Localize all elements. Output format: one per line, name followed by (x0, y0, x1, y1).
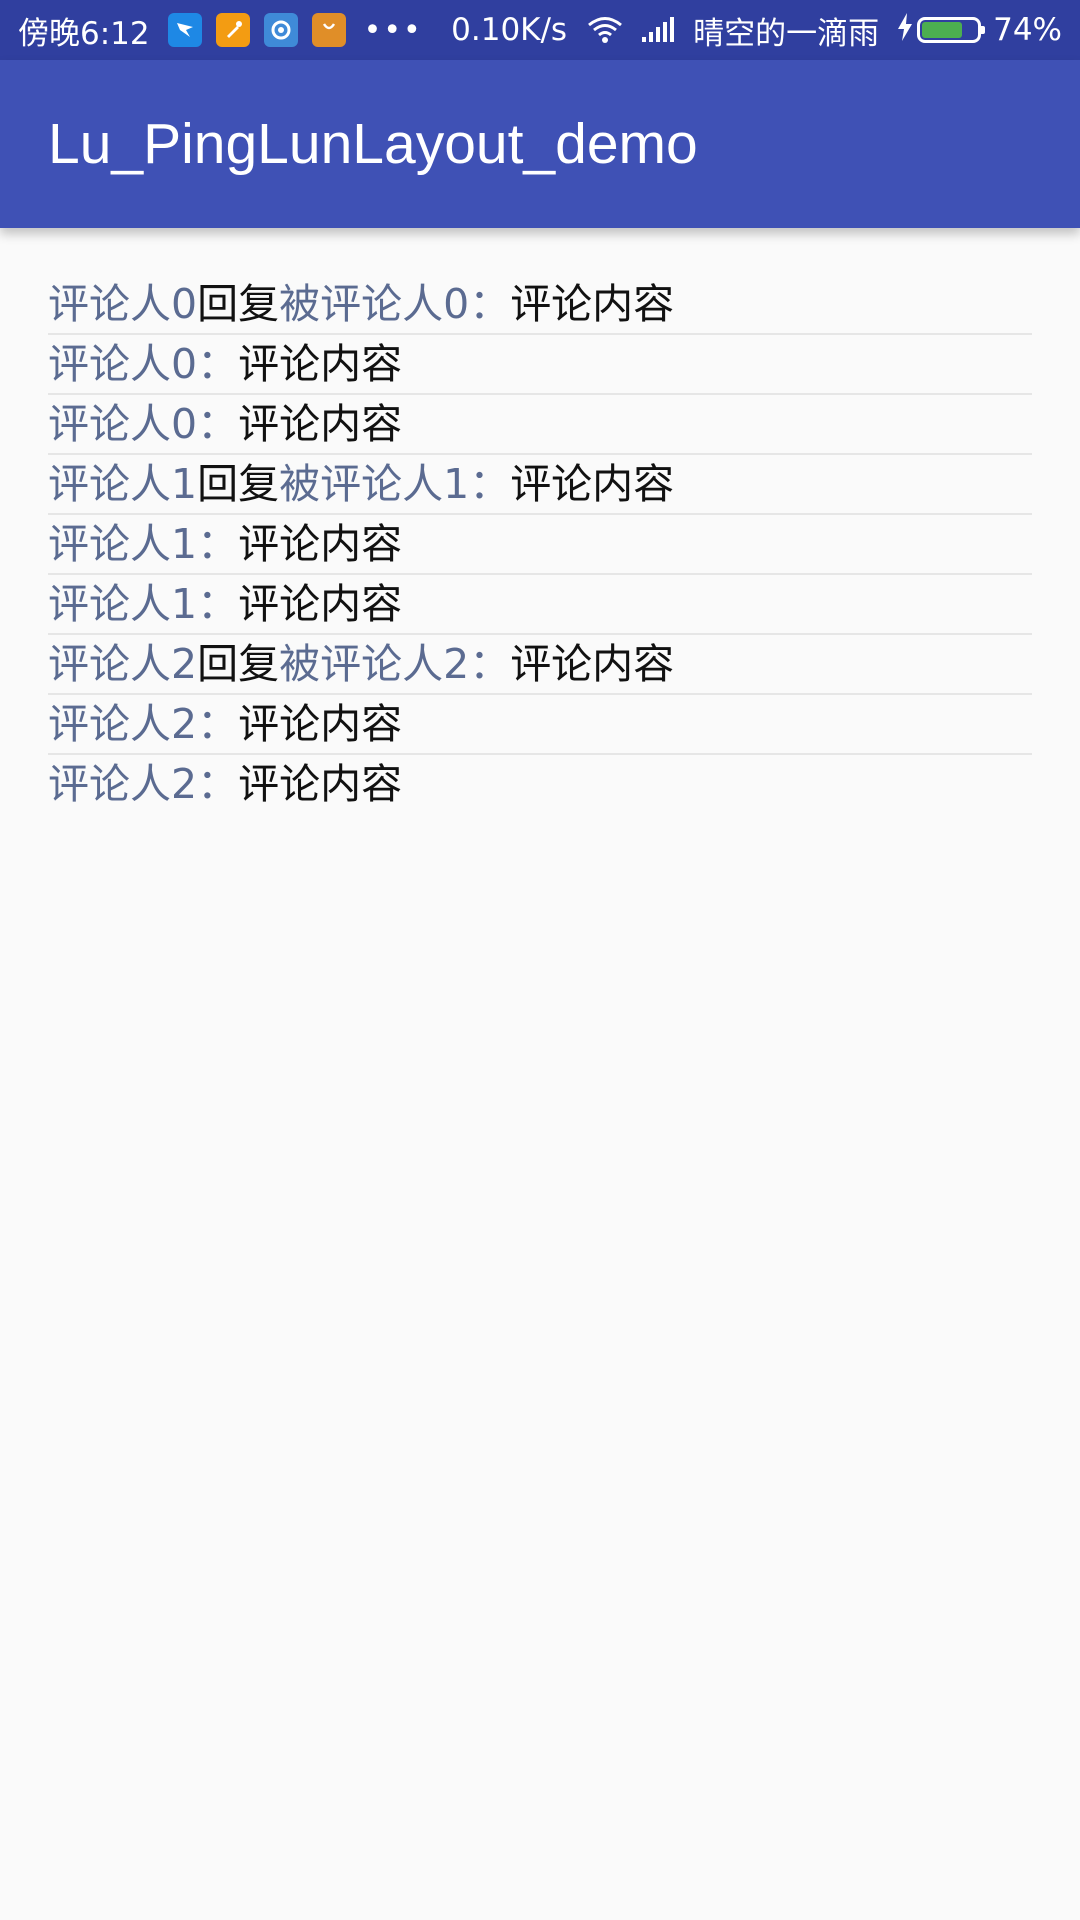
commenter-name[interactable]: 评论人1 (48, 520, 197, 568)
battery-icon (917, 17, 986, 43)
battery-level-fill (922, 22, 963, 38)
brush-notification-icon (215, 13, 250, 47)
battery-percent: 74% (993, 12, 1062, 48)
comment-row[interactable]: 评论人2：评论内容 (48, 755, 1032, 813)
comment-colon: ： (197, 700, 239, 748)
app-bar: Lu_PingLunLayout_demo (0, 60, 1080, 228)
comment-colon: ： (197, 340, 239, 388)
comment-content: 评论内容 (510, 640, 675, 688)
commenter-name[interactable]: 评论人1 (48, 460, 197, 508)
status-bar-left: 傍晚6:12 ••• (18, 8, 423, 53)
comment-colon: ： (197, 580, 239, 628)
comment-row[interactable]: 评论人0：评论内容 (48, 335, 1032, 395)
reply-target-name[interactable]: 被评论人1 (279, 460, 469, 508)
commenter-name[interactable]: 评论人0 (48, 340, 197, 388)
shopping-bag-notification-icon (311, 13, 346, 47)
comment-content: 评论内容 (510, 460, 675, 508)
comment-row[interactable]: 评论人2：评论内容 (48, 695, 1032, 755)
comment-colon: ： (469, 640, 511, 688)
carrier-name: 晴空的一滴雨 (693, 15, 880, 52)
commenter-name[interactable]: 评论人1 (48, 580, 197, 628)
dingtalk-notification-icon (167, 13, 202, 47)
comment-list: 评论人0回复被评论人0：评论内容 评论人0：评论内容 评论人0：评论内容 评论人… (48, 275, 1032, 813)
circle-notification-icon (263, 13, 298, 47)
comment-content: 评论内容 (238, 700, 403, 748)
commenter-name[interactable]: 评论人0 (48, 280, 197, 328)
comment-content: 评论内容 (238, 580, 403, 628)
comment-colon: ： (197, 760, 239, 808)
comment-row[interactable]: 评论人0回复被评论人0：评论内容 (48, 275, 1032, 335)
reply-target-name[interactable]: 被评论人0 (279, 280, 469, 328)
comment-colon: ： (197, 400, 239, 448)
commenter-name[interactable]: 评论人2 (48, 700, 197, 748)
comment-colon: ： (469, 280, 511, 328)
comment-row[interactable]: 评论人2回复被评论人2：评论内容 (48, 635, 1032, 695)
signal-strength-icon (641, 17, 675, 43)
comment-content: 评论内容 (510, 280, 675, 328)
more-notifications-icon: ••• (363, 12, 423, 48)
comment-content: 评论内容 (238, 520, 403, 568)
comment-row[interactable]: 评论人1：评论内容 (48, 575, 1032, 635)
reply-word: 回复 (197, 460, 280, 508)
status-bar: 傍晚6:12 ••• 0.10K/s 晴空的一滴雨 74% (0, 0, 1080, 60)
status-time: 傍晚6:12 (18, 15, 150, 52)
comment-row[interactable]: 评论人0：评论内容 (48, 395, 1032, 455)
comment-colon: ： (469, 460, 511, 508)
reply-word: 回复 (197, 640, 280, 688)
comment-content: 评论内容 (238, 400, 403, 448)
comment-content: 评论内容 (238, 760, 403, 808)
comment-colon: ： (197, 520, 239, 568)
comment-row[interactable]: 评论人1回复被评论人1：评论内容 (48, 455, 1032, 515)
status-bar-right: 0.10K/s 晴空的一滴雨 74% (451, 8, 1062, 53)
commenter-name[interactable]: 评论人0 (48, 400, 197, 448)
reply-target-name[interactable]: 被评论人2 (279, 640, 469, 688)
comment-row[interactable]: 评论人1：评论内容 (48, 515, 1032, 575)
network-speed: 0.10K/s (451, 12, 568, 48)
app-title: Lu_PingLunLayout_demo (48, 112, 698, 176)
comment-content: 评论内容 (238, 340, 403, 388)
reply-word: 回复 (197, 280, 280, 328)
commenter-name[interactable]: 评论人2 (48, 640, 197, 688)
wifi-icon (587, 16, 623, 44)
charging-bolt-icon (897, 12, 913, 48)
commenter-name[interactable]: 评论人2 (48, 760, 197, 808)
